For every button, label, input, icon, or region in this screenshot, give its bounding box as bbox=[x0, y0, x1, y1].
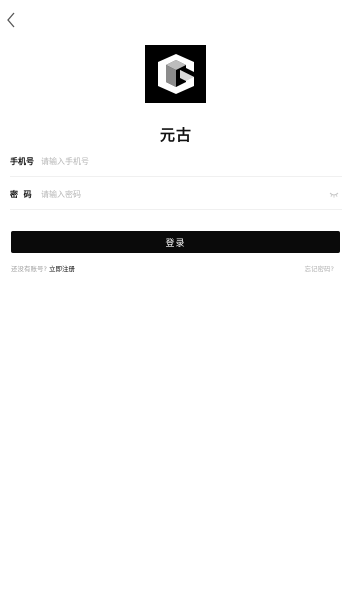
app-title: 元古 bbox=[159, 126, 192, 144]
app-logo bbox=[145, 45, 206, 103]
phone-input[interactable] bbox=[41, 151, 342, 172]
password-visibility-toggle[interactable] bbox=[328, 190, 340, 200]
register-link[interactable]: 立即注册 bbox=[49, 265, 75, 273]
login-button[interactable]: 登录 bbox=[11, 231, 340, 253]
password-input[interactable] bbox=[41, 184, 328, 205]
login-screen: 元古 手机号 密 码 登录 还没有账号? 立即注册 忘记密码? bbox=[0, 0, 352, 592]
password-field-row: 密 码 bbox=[10, 180, 342, 210]
no-account-text: 还没有账号? bbox=[11, 265, 47, 273]
phone-label: 手机号 bbox=[10, 157, 34, 166]
password-label: 密 码 bbox=[10, 190, 32, 199]
register-prompt: 还没有账号? 立即注册 bbox=[11, 263, 75, 273]
eye-closed-icon bbox=[329, 192, 339, 198]
forgot-password-link[interactable]: 忘记密码? bbox=[305, 263, 334, 273]
chevron-left-icon bbox=[7, 12, 15, 28]
phone-field-row: 手机号 bbox=[10, 147, 342, 177]
login-footer: 还没有账号? 立即注册 忘记密码? bbox=[11, 263, 334, 273]
app-logo-icon bbox=[157, 54, 194, 94]
back-button[interactable] bbox=[2, 10, 20, 30]
